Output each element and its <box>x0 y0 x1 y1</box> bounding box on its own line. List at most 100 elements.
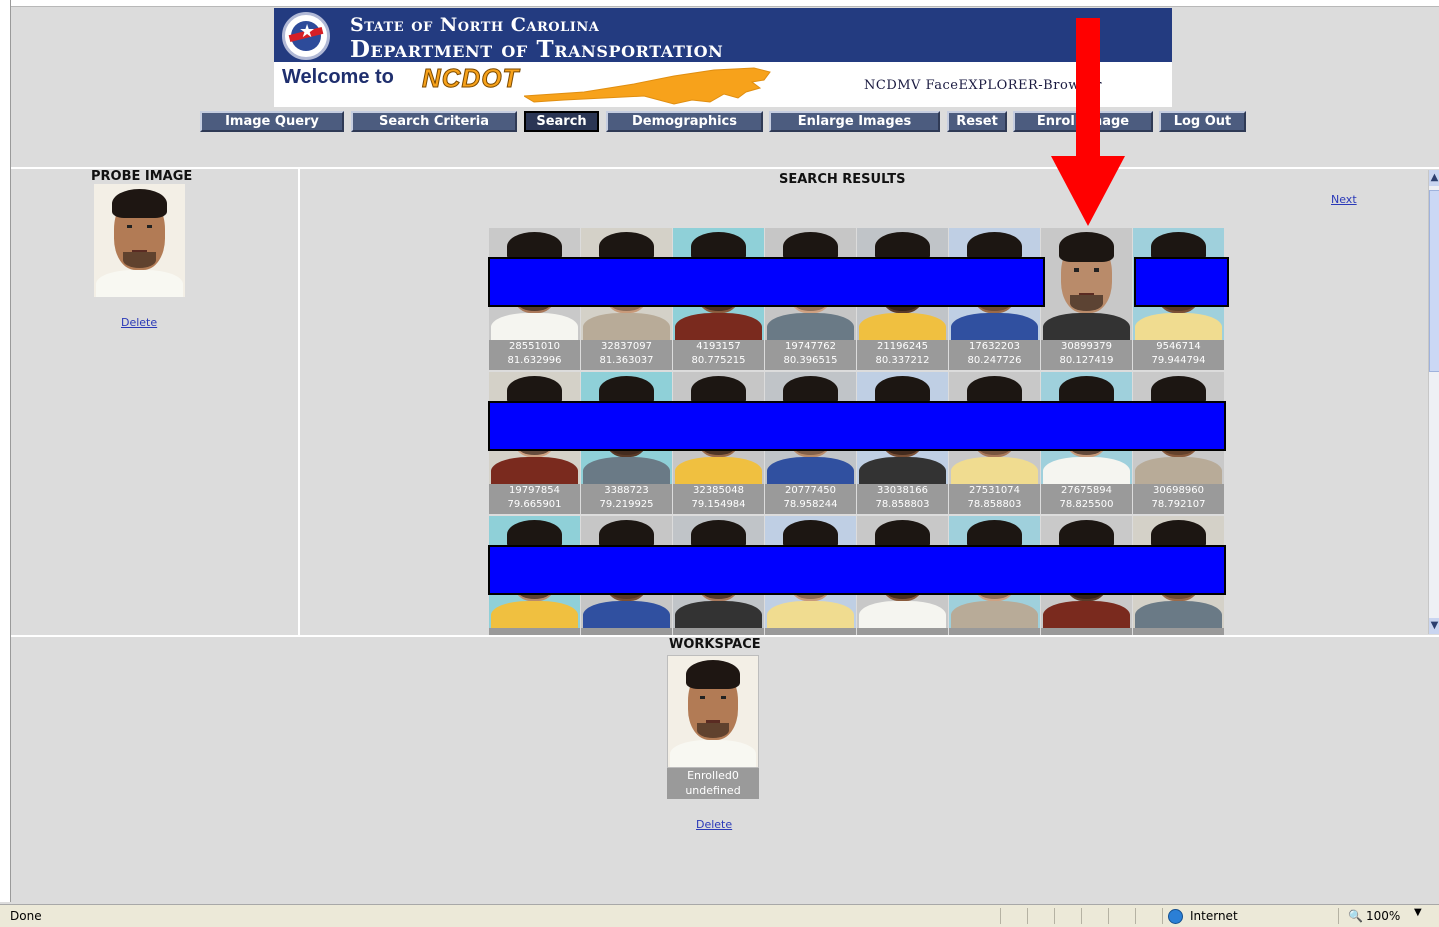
probe-delete-link[interactable]: Delete <box>121 316 157 329</box>
workspace-heading: WORKSPACE <box>669 637 761 652</box>
workspace-caption-line1: Enrolled0 <box>687 769 739 782</box>
result-id: 9546714 <box>1156 341 1201 352</box>
result-score: 78.825500 <box>1059 499 1114 510</box>
result-score: 78.858803 <box>875 499 930 510</box>
scroll-down-icon[interactable]: ▼ <box>1429 618 1439 634</box>
result-thumbnail[interactable]: 30899379 80.127419 <box>1041 228 1132 370</box>
log-out-button[interactable]: Log Out <box>1159 111 1246 132</box>
result-caption: 19747762 80.396515 <box>765 340 856 370</box>
result-id: 32837097 <box>601 341 652 352</box>
state-title: State of North Carolina <box>350 14 600 36</box>
window-top-edge <box>0 0 1439 7</box>
welcome-text: Welcome to <box>282 66 394 88</box>
redaction-box <box>488 257 1045 307</box>
result-caption <box>489 628 580 635</box>
result-score: 78.858803 <box>967 499 1022 510</box>
workspace-caption: Enrolled0 undefined <box>667 768 759 799</box>
result-caption <box>949 628 1040 635</box>
result-caption: 33038166 78.858803 <box>857 484 948 514</box>
result-id: 30899379 <box>1061 341 1112 352</box>
probe-image-heading: PROBE IMAGE <box>91 169 193 184</box>
ncdot-seal-icon: ★ <box>282 12 330 60</box>
ncdot-logo-text: NCDOT <box>421 63 520 94</box>
result-score: 81.632996 <box>507 355 562 366</box>
result-id: 27531074 <box>969 485 1020 496</box>
result-caption: 17632203 80.247726 <box>949 340 1040 370</box>
result-caption <box>581 628 672 635</box>
security-zone-label: Internet <box>1190 909 1238 923</box>
probe-image <box>94 184 185 297</box>
workspace-image[interactable] <box>667 655 759 768</box>
result-caption: 30899379 80.127419 <box>1041 340 1132 370</box>
scrollbar-thumb[interactable] <box>1429 190 1439 372</box>
annotation-arrow-shaft <box>1076 18 1100 160</box>
result-score: 79.944794 <box>1151 355 1206 366</box>
zoom-level[interactable]: 100% <box>1366 909 1400 923</box>
reset-button[interactable]: Reset <box>947 111 1007 132</box>
result-score: 80.127419 <box>1059 355 1114 366</box>
workspace-delete-link[interactable]: Delete <box>696 818 732 831</box>
result-caption: 3388723 79.219925 <box>581 484 672 514</box>
result-face-image[interactable] <box>1041 228 1132 340</box>
scroll-up-icon[interactable]: ▲ <box>1429 170 1439 186</box>
result-caption: 27675894 78.825500 <box>1041 484 1132 514</box>
header-banner: ★ State of North Carolina Department of … <box>274 8 1172 107</box>
result-id: 27675894 <box>1061 485 1112 496</box>
result-id: 28551010 <box>509 341 560 352</box>
enlarge-images-button[interactable]: Enlarge Images <box>769 111 940 132</box>
result-id: 3388723 <box>604 485 649 496</box>
redaction-box <box>488 545 1226 595</box>
results-scrollbar[interactable]: ▲ ▼ <box>1428 170 1439 634</box>
zoom-icon[interactable]: 🔍 <box>1348 909 1363 923</box>
result-caption: 32837097 81.363037 <box>581 340 672 370</box>
search-criteria-button[interactable]: Search Criteria <box>351 111 517 132</box>
result-caption <box>765 628 856 635</box>
result-score: 80.396515 <box>783 355 838 366</box>
result-caption: 28551010 81.632996 <box>489 340 580 370</box>
result-caption: 19797854 79.665901 <box>489 484 580 514</box>
redaction-box <box>1134 257 1229 307</box>
result-caption: 30698960 78.792107 <box>1133 484 1224 514</box>
app-name: NCDMV FaceEXPLORER-Browser <box>864 78 1102 93</box>
result-id: 20777450 <box>785 485 836 496</box>
browser-status-bar: Done Internet 🔍 100% ▼ <box>0 904 1439 927</box>
result-score: 80.247726 <box>967 355 1022 366</box>
next-page-link[interactable]: Next <box>1331 193 1357 206</box>
result-caption: 9546714 79.944794 <box>1133 340 1224 370</box>
result-caption <box>857 628 948 635</box>
north-carolina-map-icon <box>524 67 771 105</box>
result-id: 30698960 <box>1153 485 1204 496</box>
redaction-box <box>488 401 1226 451</box>
department-title: Department of Transportation <box>350 36 724 63</box>
status-text: Done <box>10 909 42 923</box>
result-caption: 32385048 79.154984 <box>673 484 764 514</box>
result-score: 80.337212 <box>875 355 930 366</box>
content-top-divider <box>11 167 1439 169</box>
image-query-button[interactable]: Image Query <box>200 111 344 132</box>
result-score: 79.665901 <box>507 499 562 510</box>
internet-zone-icon <box>1168 909 1183 924</box>
result-id: 21196245 <box>877 341 928 352</box>
result-id: 33038166 <box>877 485 928 496</box>
panel-divider <box>298 169 300 635</box>
result-id: 4193157 <box>696 341 741 352</box>
result-caption <box>673 628 764 635</box>
result-score: 78.958244 <box>783 499 838 510</box>
result-id: 17632203 <box>969 341 1020 352</box>
search-results-heading: SEARCH RESULTS <box>779 172 906 187</box>
result-score: 80.775215 <box>691 355 746 366</box>
result-id: 32385048 <box>693 485 744 496</box>
result-caption <box>1133 628 1224 635</box>
search-button[interactable]: Search <box>524 111 599 132</box>
result-score: 81.363037 <box>599 355 654 366</box>
result-id: 19747762 <box>785 341 836 352</box>
workspace-caption-line2: undefined <box>685 784 741 797</box>
window-left-edge <box>0 0 11 902</box>
result-score: 78.792107 <box>1151 499 1206 510</box>
banner-title-bar: ★ State of North Carolina Department of … <box>274 8 1172 63</box>
result-score: 79.219925 <box>599 499 654 510</box>
zoom-dropdown-icon[interactable]: ▼ <box>1414 907 1422 918</box>
demographics-button[interactable]: Demographics <box>606 111 763 132</box>
annotation-arrow-head <box>1051 156 1125 226</box>
result-caption: 20777450 78.958244 <box>765 484 856 514</box>
